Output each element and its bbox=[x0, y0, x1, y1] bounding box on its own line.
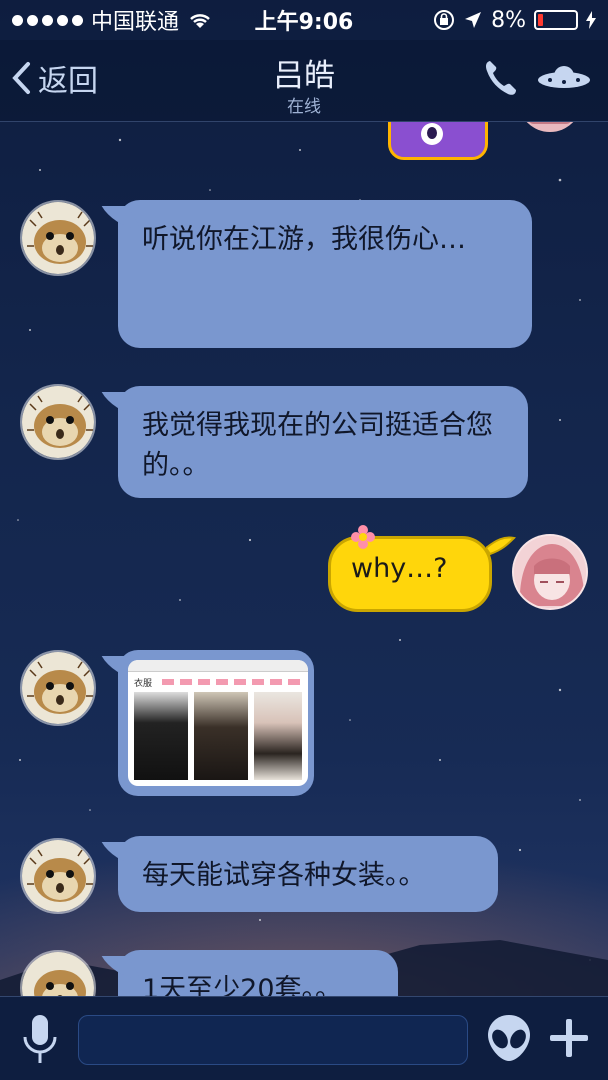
charging-bolt-icon bbox=[586, 11, 596, 29]
battery-percent: 8% bbox=[491, 7, 526, 33]
own-avatar-partial bbox=[518, 122, 582, 132]
alien-emoji-icon[interactable] bbox=[486, 1013, 532, 1063]
message-input[interactable] bbox=[78, 1015, 468, 1065]
location-arrow-icon bbox=[465, 12, 482, 28]
battery-icon bbox=[534, 10, 578, 30]
wifi-icon bbox=[190, 14, 210, 28]
bubble-tail-decoration bbox=[486, 536, 516, 556]
input-bar bbox=[0, 996, 608, 1080]
message-text: why…? bbox=[351, 553, 448, 584]
message-list[interactable]: 听说你在江游，我很伤心… 我觉得我现在的公司挺适合您的。。 why…? 衣服 每… bbox=[0, 122, 608, 996]
ufo-icon[interactable] bbox=[536, 60, 592, 96]
screenshot-url-bar bbox=[128, 660, 308, 672]
sticker-partial bbox=[388, 122, 488, 160]
carrier-label: 中国联通 bbox=[91, 10, 180, 35]
message-bubble[interactable]: 每天能试穿各种女装。。 bbox=[118, 836, 498, 912]
screenshot-label: 衣服 bbox=[134, 679, 153, 689]
pufferfish-avatar-icon bbox=[22, 386, 94, 458]
message-bubble[interactable]: 我觉得我现在的公司挺适合您的。。 bbox=[118, 386, 528, 498]
pufferfish-avatar-icon bbox=[22, 952, 94, 996]
pufferfish-avatar-icon bbox=[22, 202, 94, 274]
plus-icon[interactable] bbox=[548, 1017, 590, 1059]
product-photo bbox=[134, 692, 188, 780]
message-bubble[interactable]: 1天至少20套。。 bbox=[118, 950, 398, 996]
contact-avatar[interactable] bbox=[20, 200, 96, 276]
contact-avatar[interactable] bbox=[20, 838, 96, 914]
anime-girl-avatar-icon bbox=[514, 536, 586, 608]
status-right: 8% bbox=[366, 8, 596, 33]
message-text: 听说你在江游，我很伤心… bbox=[142, 224, 466, 255]
contact-avatar[interactable] bbox=[20, 650, 96, 726]
image-message-bubble[interactable]: 衣服 bbox=[118, 650, 314, 796]
status-left: 中国联通 bbox=[12, 4, 242, 36]
phone-icon[interactable] bbox=[482, 58, 518, 98]
contact-avatar[interactable] bbox=[20, 384, 96, 460]
own-avatar[interactable] bbox=[512, 534, 588, 610]
screenshot-tab-row bbox=[162, 679, 302, 685]
message-text: 我觉得我现在的公司挺适合您的。。 bbox=[142, 410, 493, 481]
contact-avatar[interactable] bbox=[20, 950, 96, 996]
rotation-lock-icon bbox=[434, 10, 455, 30]
microphone-icon[interactable] bbox=[20, 1013, 60, 1067]
status-time: 上午9:06 bbox=[254, 10, 354, 35]
shared-screenshot-image[interactable]: 衣服 bbox=[128, 660, 308, 786]
product-photo bbox=[194, 692, 248, 780]
product-photo bbox=[254, 692, 302, 780]
flower-decoration-icon bbox=[351, 525, 375, 549]
chat-header: 返回 吕皓 在线 bbox=[0, 40, 608, 122]
status-bar: 中国联通 上午9:06 8% bbox=[0, 0, 608, 40]
pufferfish-avatar-icon bbox=[22, 840, 94, 912]
message-text: 每天能试穿各种女装。。 bbox=[142, 860, 426, 891]
signal-strength-icon bbox=[12, 14, 83, 26]
message-text: 1天至少20套。。 bbox=[142, 974, 343, 996]
message-bubble[interactable]: 听说你在江游，我很伤心… bbox=[118, 200, 532, 348]
pufferfish-avatar-icon bbox=[22, 652, 94, 724]
